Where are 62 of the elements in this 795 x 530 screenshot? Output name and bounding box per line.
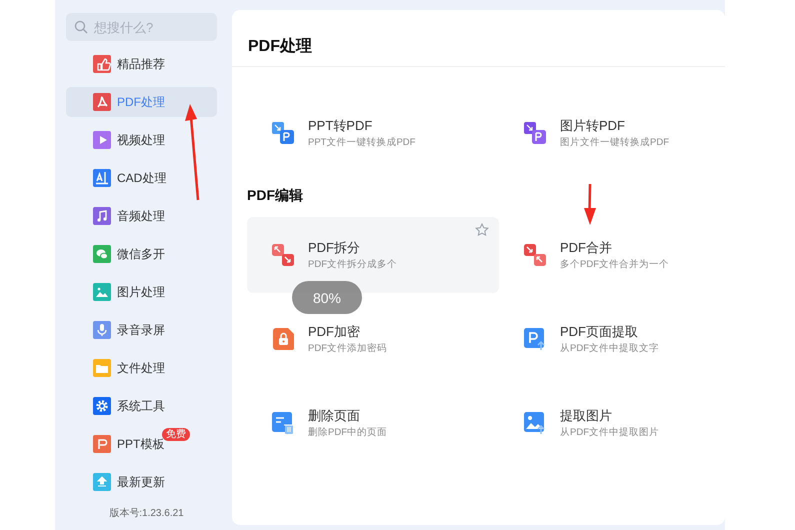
page-title: PDF处理 (247, 36, 313, 57)
tool-name: PDF页面提取 (560, 324, 639, 340)
sidebar-item[interactable]: 最新更新 (66, 467, 217, 498)
tool-name: PDF拆分 (308, 240, 361, 256)
sidebar-item[interactable]: 微信多开 (66, 239, 217, 270)
progress-toast: 80% (292, 281, 362, 314)
tool-item[interactable]: PDF拆分 PDF文件拆分成多个 (247, 217, 499, 293)
tool-description: 图片文件一键转换成PDF (560, 136, 669, 148)
page-upload-icon (523, 327, 547, 351)
tool-item[interactable]: 提取图片 从PDF文件中提取图片 (499, 385, 725, 461)
sidebar-item[interactable]: 文件处理 (66, 353, 217, 384)
image-upload-icon (523, 411, 547, 435)
tool-item[interactable]: PPT转PDF PPT文件一键转换成PDF (247, 95, 499, 171)
tool-name: 图片转PDF (560, 118, 626, 134)
lock-icon (271, 327, 295, 351)
ruler-icon (93, 169, 111, 188)
music-note-icon (93, 207, 111, 226)
tool-name: 删除页面 (308, 408, 361, 424)
folder-icon (93, 359, 111, 378)
merge-icon (523, 243, 547, 267)
tool-item[interactable]: 图片转PDF 图片文件一键转换成PDF (499, 95, 725, 171)
sidebar-item[interactable]: 音频处理 (66, 201, 217, 232)
search-field[interactable]: 想搜什么? (66, 13, 217, 41)
free-badge: 免费 (162, 428, 190, 441)
convert-to-pdf-icon (523, 121, 547, 145)
tool-description: PPT文件一键转换成PDF (308, 136, 416, 148)
upload-icon (93, 473, 111, 492)
presentation-icon (93, 435, 111, 454)
tool-description: PDF文件添加密码 (308, 342, 387, 354)
sidebar-item[interactable]: PPT模板 免费 (66, 429, 217, 460)
gear-icon (93, 397, 111, 416)
chat-bubbles-icon (93, 245, 111, 264)
microphone-icon (93, 321, 111, 340)
page-delete-icon (271, 411, 295, 435)
sidebar-item[interactable]: 精品推荐 (66, 49, 217, 80)
convert-to-pdf-icon (271, 121, 295, 145)
sidebar-item[interactable]: CAD处理 (66, 163, 217, 194)
section-heading: PDF编辑 (247, 186, 304, 204)
sidebar-item[interactable]: 录音录屏 (66, 315, 217, 346)
thumbs-up-icon (93, 55, 111, 74)
annotation-arrow (584, 184, 596, 225)
sidebar-item[interactable]: 图片处理 (66, 277, 217, 308)
sidebar-item[interactable]: 系统工具 (66, 391, 217, 422)
tool-name: 提取图片 (560, 408, 613, 424)
image-icon (93, 283, 111, 302)
tool-name: PDF加密 (308, 324, 361, 340)
sidebar-item[interactable]: 视频处理 (66, 125, 217, 156)
tool-description: 多个PDF文件合并为一个 (560, 258, 669, 270)
star-icon[interactable] (475, 223, 489, 237)
tool-description: 从PDF文件中提取文字 (560, 342, 659, 354)
tool-description: 删除PDF中的页面 (308, 426, 387, 438)
tool-name: PPT转PDF (308, 118, 374, 134)
tool-name: PDF合并 (560, 240, 613, 256)
version-label: 版本号:1.23.6.21 (108, 508, 185, 520)
tool-description: 从PDF文件中提取图片 (560, 426, 659, 438)
tool-item[interactable]: PDF合并 多个PDF文件合并为一个 (499, 217, 725, 293)
play-icon (93, 131, 111, 150)
pdf-icon (93, 93, 111, 112)
split-icon (271, 243, 295, 267)
tool-description: PDF文件拆分成多个 (308, 258, 397, 270)
tool-item[interactable]: PDF页面提取 从PDF文件中提取文字 (499, 301, 725, 377)
tool-item[interactable]: 删除页面 删除PDF中的页面 (247, 385, 499, 461)
